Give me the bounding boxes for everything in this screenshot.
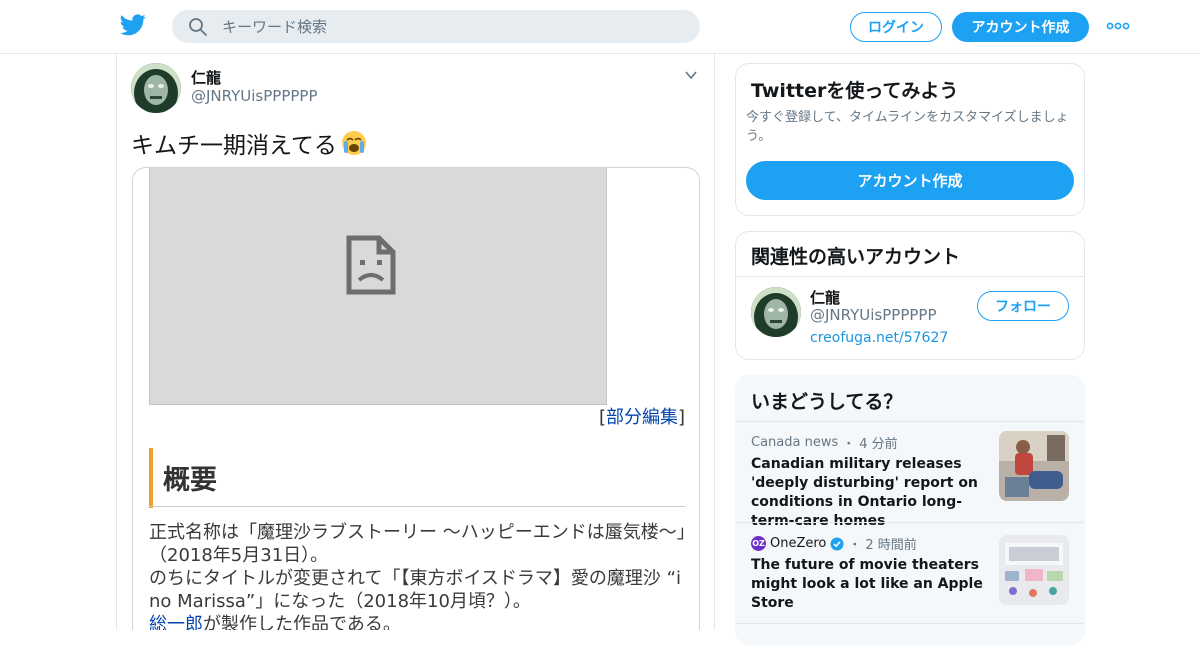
create-account-button[interactable]: アカウント作成 [746, 161, 1074, 200]
news-illustration-icon [999, 535, 1069, 605]
top-nav-bar: ログイン アカウント作成 [0, 0, 1200, 54]
card-text: が製作した作品である。 [203, 614, 401, 630]
login-button[interactable]: ログイン [850, 12, 942, 42]
tweet-body: キムチ一期消えてる [131, 126, 368, 160]
verified-badge-icon [830, 537, 844, 550]
trend-meta: OZ OneZero ・ 2 時間前 [751, 534, 917, 553]
link-preview-card[interactable]: [部分編集] 概要 正式名称は「魔理沙ラブストーリー 〜ハッピーエンドは蜃気楼〜… [132, 167, 700, 630]
panel-title: いまどうしてる？ [751, 391, 903, 413]
section-divider [149, 506, 685, 507]
panel-divider [736, 623, 1084, 624]
section-accent-bar [149, 448, 153, 508]
publisher-logo-icon: OZ [751, 536, 766, 551]
meta-separator: ・ [848, 538, 862, 553]
card-body-text: 正式名称は「魔理沙ラブストーリー 〜ハッピーエンドは蜃気楼〜」（2018年5月3… [149, 521, 689, 630]
avatar[interactable] [131, 63, 181, 113]
related-user-handle[interactable]: @JNRYUisPPPPPP [810, 306, 937, 324]
panel-title: Twitterを使ってみよう [751, 80, 959, 102]
related-user-link[interactable]: creofuga.net/57627 [810, 330, 948, 346]
trend-thumbnail [999, 431, 1069, 501]
author-link[interactable]: 総一郎 [149, 614, 203, 630]
chevron-down-icon[interactable] [684, 68, 698, 82]
trend-meta: Canada news ・ 4 分前 [751, 433, 898, 452]
tweet-text: キムチ一期消えてる [131, 133, 337, 159]
user-name[interactable]: 仁龍 [191, 67, 221, 88]
signup-button[interactable]: アカウント作成 [952, 12, 1089, 42]
card-image-placeholder [149, 168, 607, 405]
trend-source: Canada news [751, 435, 839, 450]
trend-headline: The future of movie theaters might look … [751, 557, 983, 611]
avatar[interactable] [751, 287, 801, 337]
trend-item[interactable]: Canada news ・ 4 分前 Canadian military rel… [736, 422, 1084, 529]
search-input[interactable] [222, 10, 682, 43]
search-icon [189, 18, 207, 36]
trend-item[interactable]: OZ OneZero ・ 2 時間前 The future of movie t… [736, 523, 1084, 623]
news-photo-icon [999, 431, 1069, 501]
panel-description: 今すぐ登録して、タイムラインをカスタマイズしましょう。 [746, 110, 1069, 144]
signup-panel: Twitterを使ってみよう 今すぐ登録して、タイムラインをカスタマイズしましょ… [735, 63, 1085, 216]
broken-image-icon [346, 235, 396, 295]
trend-thumbnail [999, 535, 1069, 605]
user-handle[interactable]: @JNRYUisPPPPPP [191, 87, 318, 105]
related-user-name[interactable]: 仁龍 [810, 287, 840, 308]
edit-section-label[interactable]: 部分編集 [606, 407, 678, 428]
panel-title: 関連性の高いアカウント [751, 246, 961, 268]
bracket-open: [ [599, 407, 607, 428]
related-accounts-panel: 関連性の高いアカウント 仁龍 @JNRYUisPPPPPP creofuga.n… [735, 231, 1085, 360]
card-paragraph: 正式名称は「魔理沙ラブストーリー 〜ハッピーエンドは蜃気楼〜」（2018年5月3… [149, 522, 686, 566]
panel-divider [736, 276, 1084, 277]
card-paragraph: 総一郎が製作した作品である。 [149, 613, 689, 630]
trend-source: OneZero [770, 536, 827, 551]
trend-time: 2 時間前 [865, 538, 917, 553]
more-options-icon[interactable] [1106, 19, 1130, 33]
card-paragraph: のちにタイトルが変更されて「【東方ボイスドラマ】愛の魔理沙 “i no Mari… [149, 568, 681, 612]
loudly-crying-face-icon [341, 131, 366, 155]
trend-headline: Canadian military releases 'deeply distu… [751, 456, 978, 529]
twitter-bird-icon[interactable] [120, 13, 146, 37]
avatar-image-icon [131, 63, 181, 113]
search-bar[interactable] [172, 10, 700, 43]
trend-time: 4 分前 [859, 437, 898, 452]
tweet-detail: 仁龍 @JNRYUisPPPPPP キムチ一期消えてる [部分編集] 概要 正式… [116, 54, 715, 630]
bracket-close: ] [678, 407, 686, 428]
edit-section-link[interactable]: [部分編集] [599, 403, 685, 429]
avatar-image-icon [751, 287, 801, 337]
section-heading: 概要 [163, 465, 217, 496]
follow-button[interactable]: フォロー [977, 291, 1069, 321]
trends-panel: いまどうしてる？ Canada news ・ 4 分前 Canadian mil… [735, 375, 1085, 645]
meta-separator: ・ [842, 437, 856, 452]
